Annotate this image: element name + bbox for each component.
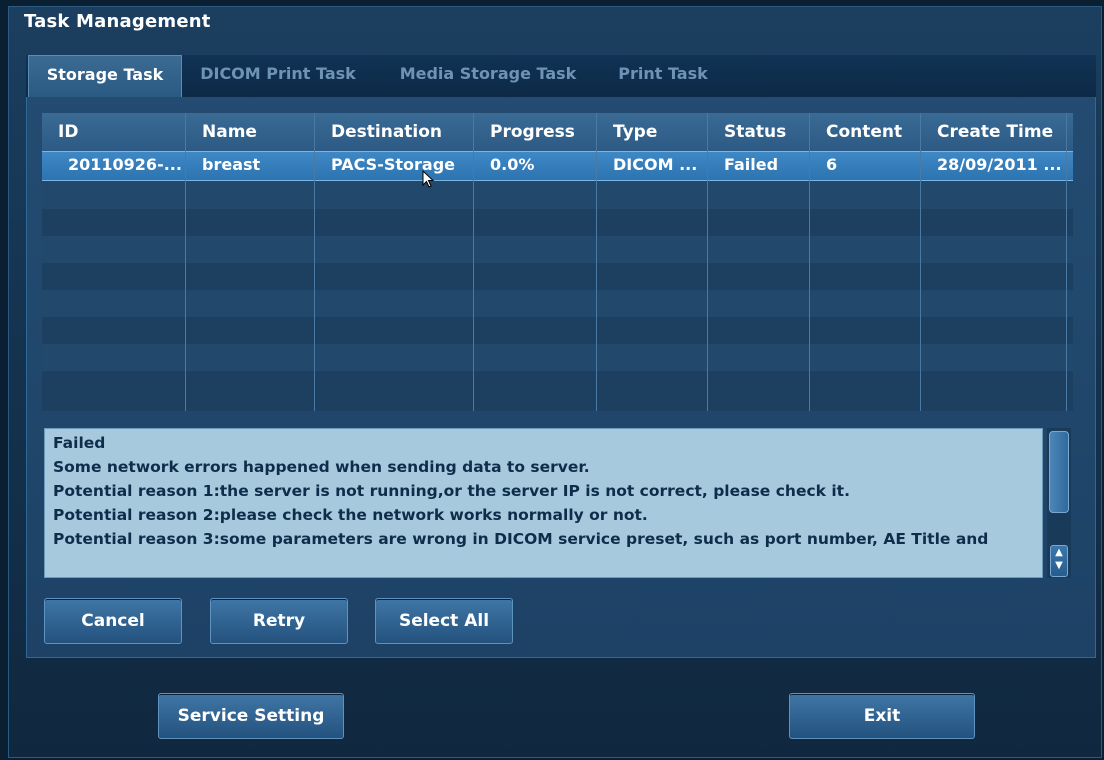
empty-row[interactable] [42, 209, 1073, 239]
tab-print-task[interactable]: Print Task [604, 55, 722, 97]
cell-progress: 0.0% [490, 155, 535, 174]
column-divider [596, 113, 597, 411]
column-header-status[interactable]: Status [708, 113, 809, 151]
exit-button[interactable]: Exit [789, 693, 975, 739]
table-row[interactable]: 20110926-... breast PACS-Storage 0.0% DI… [42, 151, 1073, 181]
column-divider [473, 113, 474, 411]
retry-button[interactable]: Retry [210, 598, 348, 644]
service-setting-button[interactable]: Service Setting [158, 693, 344, 739]
detail-line: Potential reason 2:please check the netw… [53, 506, 648, 524]
column-divider [920, 113, 921, 411]
column-header-create-time[interactable]: Create Time [921, 113, 1073, 151]
cell-id: 20110926-... [68, 155, 182, 174]
tab-dicom-print-task[interactable]: DICOM Print Task [186, 55, 370, 97]
cell-create-time: 28/09/2011 ... [937, 155, 1062, 174]
cell-destination: PACS-Storage [331, 155, 455, 174]
empty-row[interactable] [42, 263, 1073, 293]
empty-row[interactable] [42, 344, 1073, 374]
window-title: Task Management [24, 11, 211, 32]
column-divider [1066, 113, 1067, 411]
cell-type: DICOM ... [613, 155, 698, 174]
column-header-name[interactable]: Name [186, 113, 314, 151]
detail-line: Some network errors happened when sendin… [53, 458, 590, 476]
column-header-id[interactable]: ID [42, 113, 185, 151]
empty-row[interactable] [42, 236, 1073, 266]
tab-bar: Storage Task DICOM Print Task Media Stor… [26, 55, 1096, 97]
detail-scroll-thumb[interactable] [1049, 431, 1069, 513]
cell-status: Failed [724, 155, 779, 174]
detail-status-line: Failed [53, 434, 106, 452]
column-header-destination[interactable]: Destination [315, 113, 473, 151]
task-detail-text: Failed Some network errors happened when… [44, 428, 1043, 578]
empty-row[interactable] [42, 317, 1073, 347]
detail-line: Potential reason 1:the server is not run… [53, 482, 850, 500]
column-header-content[interactable]: Content [810, 113, 920, 151]
tab-storage-task[interactable]: Storage Task [28, 55, 182, 97]
column-header-progress[interactable]: Progress [474, 113, 596, 151]
detail-line: Potential reason 3:some parameters are w… [53, 530, 989, 548]
column-divider [809, 113, 810, 411]
column-divider [314, 113, 315, 411]
table-header: ID Name Destination Progress Type Status… [42, 113, 1073, 151]
empty-row[interactable] [42, 371, 1073, 411]
empty-row[interactable] [42, 181, 1073, 211]
column-header-type[interactable]: Type [597, 113, 707, 151]
task-table: ID Name Destination Progress Type Status… [42, 113, 1073, 411]
select-all-button[interactable]: Select All [375, 598, 513, 644]
cell-content: 6 [826, 155, 838, 174]
column-divider [707, 113, 708, 411]
empty-row[interactable] [42, 290, 1073, 320]
column-divider [185, 113, 186, 411]
cancel-button[interactable]: Cancel [44, 598, 182, 644]
scroll-updown-icon[interactable]: ▲ ▼ [1050, 545, 1068, 577]
cell-name: breast [202, 155, 261, 174]
tab-media-storage-task[interactable]: Media Storage Task [386, 55, 590, 97]
